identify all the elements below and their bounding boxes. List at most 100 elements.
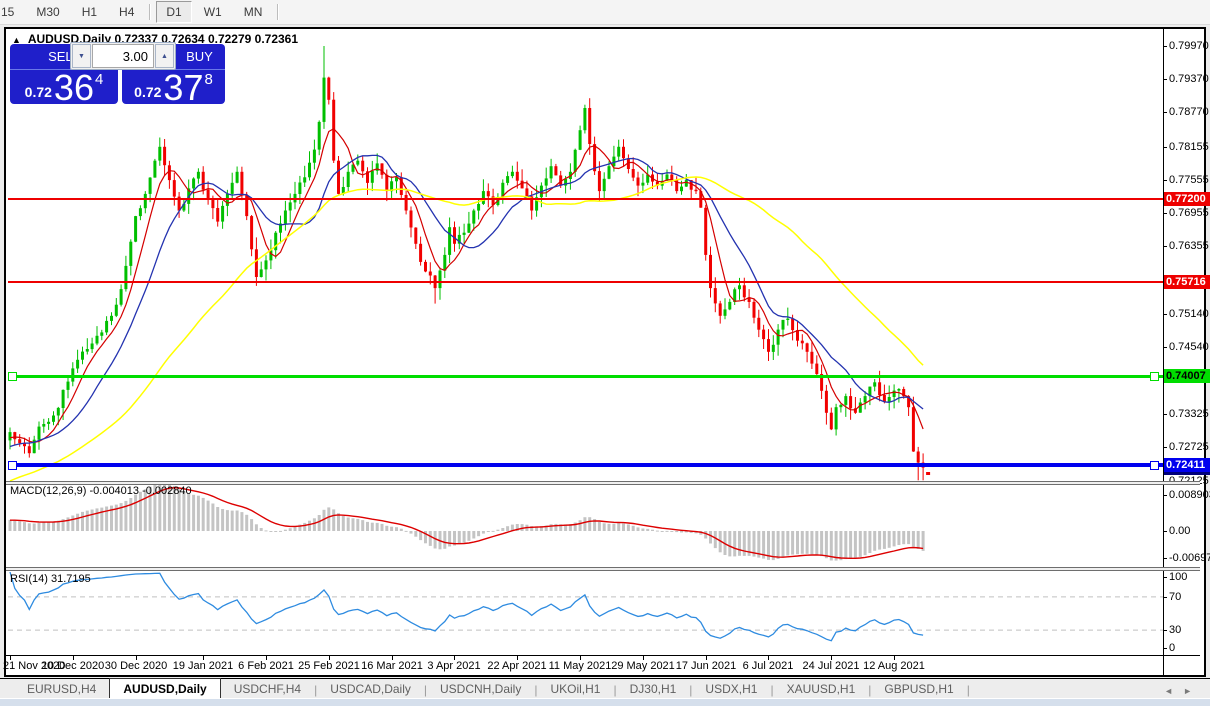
rsi-tick-mark (1163, 630, 1167, 631)
timeframe-button-w1[interactable]: W1 (194, 1, 232, 23)
line-handle-left[interactable] (8, 372, 17, 381)
rsi-name: RSI(14) (10, 573, 48, 585)
date-label: 6 Feb 2021 (238, 660, 294, 672)
price-level-tag: 0.74007 (1164, 369, 1210, 383)
price-tick-label: 0.73325 (1169, 408, 1209, 420)
timeframe-button-15[interactable]: 15 (0, 1, 24, 23)
price-level-tag: 0.75716 (1164, 275, 1210, 289)
timeframe-toolbar: 15M30H1H4 D1W1MN (0, 0, 1210, 25)
date-label: 6 Jul 2021 (743, 660, 794, 672)
line-handle-left[interactable] (8, 461, 17, 470)
sell-price-prefix: 0.72 (25, 84, 52, 100)
rsi-label: RSI(14) 31.7195 (10, 573, 91, 585)
buy-price-prefix: 0.72 (134, 84, 161, 100)
price-tick-mark (1163, 147, 1167, 148)
chart-tab-usdx-h1[interactable]: USDX,H1 (692, 680, 770, 699)
price-level-tag: 0.77200 (1164, 192, 1210, 206)
volume-decrease-button[interactable]: ▼ (72, 44, 91, 68)
volume-spinner: ▼ 3.00 ▲ (70, 42, 176, 70)
macd-tick-label: 0.00 (1169, 525, 1190, 537)
price-tick-mark (1163, 347, 1167, 348)
macd-tick-label: 0.008903 (1169, 489, 1210, 501)
price-tick-mark (1163, 46, 1167, 47)
price-tick-mark (1163, 112, 1167, 113)
rsi-tick-label: 30 (1169, 624, 1181, 636)
chart-tab-dj30-h1[interactable]: DJ30,H1 (617, 680, 690, 699)
date-label: 19 Jan 2021 (173, 660, 234, 672)
chart-tab-audusd-daily[interactable]: AUDUSD,Daily (109, 678, 220, 699)
price-tick-mark (1163, 246, 1167, 247)
rsi-tick-label: 70 (1169, 591, 1181, 603)
date-label: 11 May 2021 (549, 660, 612, 672)
buy-price-big: 37 (163, 72, 203, 104)
date-label: 24 Jul 2021 (803, 660, 860, 672)
date-label: 22 Apr 2021 (487, 660, 546, 672)
sell-price-big: 36 (54, 72, 94, 104)
chart-tab-bar: EURUSD,H4AUDUSD,DailyUSDCHF,H4 | USDCAD,Da… (0, 678, 1210, 699)
rsi-tick-label: 0 (1169, 642, 1175, 654)
timeframe-button-d1[interactable]: D1 (156, 1, 191, 23)
timeframe-button-mn[interactable]: MN (234, 1, 273, 23)
timeframe-button-m30[interactable]: M30 (26, 1, 69, 23)
horizontal-level-line-0.77200[interactable] (8, 198, 1163, 200)
price-tick-mark (1163, 314, 1167, 315)
price-level-tag: 0.72411 (1164, 458, 1210, 472)
chart-tab-eurusd-h4[interactable]: EURUSD,H4 (14, 680, 109, 699)
rsi-tick-mark (1163, 648, 1167, 649)
chart-window (4, 27, 1206, 677)
macd-tick-mark (1163, 531, 1167, 532)
sell-price[interactable]: 0.72364 (10, 70, 118, 106)
line-handle-right[interactable] (1150, 461, 1159, 470)
price-tick-label: 0.72725 (1169, 441, 1209, 453)
macd-name: MACD(12,26,9) (10, 485, 86, 497)
chart-tab-gbpusd-h1[interactable]: GBPUSD,H1 (871, 680, 966, 699)
price-axis-separator (1163, 29, 1164, 676)
chart-tab-usdcnh-daily[interactable]: USDCNH,Daily (427, 680, 534, 699)
horizontal-level-line-0.75716[interactable] (8, 281, 1163, 283)
macd-label: MACD(12,26,9) -0.004013 -0.002840 (10, 485, 192, 497)
buy-price[interactable]: 0.72378 (122, 70, 225, 106)
price-tick-label: 0.79370 (1169, 73, 1209, 85)
volume-input[interactable]: 3.00 (92, 44, 154, 68)
price-tick-mark (1163, 180, 1167, 181)
tab-separator: | (967, 683, 970, 699)
date-label: 3 Apr 2021 (427, 660, 480, 672)
date-label: 29 May 2021 (611, 660, 675, 672)
date-label: 16 Mar 2021 (361, 660, 423, 672)
chart-tab-usdchf-h4[interactable]: USDCHF,H4 (221, 680, 314, 699)
price-tick-label: 0.76955 (1169, 207, 1209, 219)
price-tick-mark (1163, 213, 1167, 214)
date-label: 12 Aug 2021 (863, 660, 925, 672)
chart-tab-xauusd-h1[interactable]: XAUUSD,H1 (774, 680, 869, 699)
date-label: 10 Dec 2020 (42, 660, 104, 672)
price-tick-mark (1163, 447, 1167, 448)
timeframe-button-h4[interactable]: H4 (109, 1, 144, 23)
macd-tick-mark (1163, 495, 1167, 496)
volume-increase-button[interactable]: ▲ (155, 44, 174, 68)
price-tick-label: 0.76355 (1169, 240, 1209, 252)
rsi-tick-mark (1163, 597, 1167, 598)
price-tick-label: 0.75140 (1169, 308, 1209, 320)
horizontal-level-line-0.72411[interactable] (8, 463, 1163, 467)
price-tick-label: 0.78770 (1169, 106, 1209, 118)
chart-tab-ukoil-h1[interactable]: UKOil,H1 (537, 680, 613, 699)
buy-price-sup: 8 (204, 71, 212, 88)
time-axis-line (6, 655, 1200, 656)
rsi-tick-mark (1163, 577, 1167, 578)
date-label: 17 Jun 2021 (676, 660, 737, 672)
rsi-value: 31.7195 (51, 573, 91, 585)
price-tick-label: 0.79970 (1169, 40, 1209, 52)
macd-values: -0.004013 -0.002840 (89, 485, 191, 497)
price-tick-label: 0.78155 (1169, 141, 1209, 153)
price-tick-label: 0.74540 (1169, 341, 1209, 353)
horizontal-level-line-0.74007[interactable] (8, 375, 1163, 378)
timeframe-button-h1[interactable]: H1 (72, 1, 107, 23)
price-tick-mark (1163, 79, 1167, 80)
macd-rsi-divider[interactable] (6, 567, 1200, 571)
price-tick-mark (1163, 414, 1167, 415)
date-label: 25 Feb 2021 (298, 660, 360, 672)
macd-tick-label: -0.006977 (1169, 552, 1210, 564)
macd-tick-mark (1163, 558, 1167, 559)
chart-tab-usdcad-daily[interactable]: USDCAD,Daily (317, 680, 424, 699)
line-handle-right[interactable] (1150, 372, 1159, 381)
